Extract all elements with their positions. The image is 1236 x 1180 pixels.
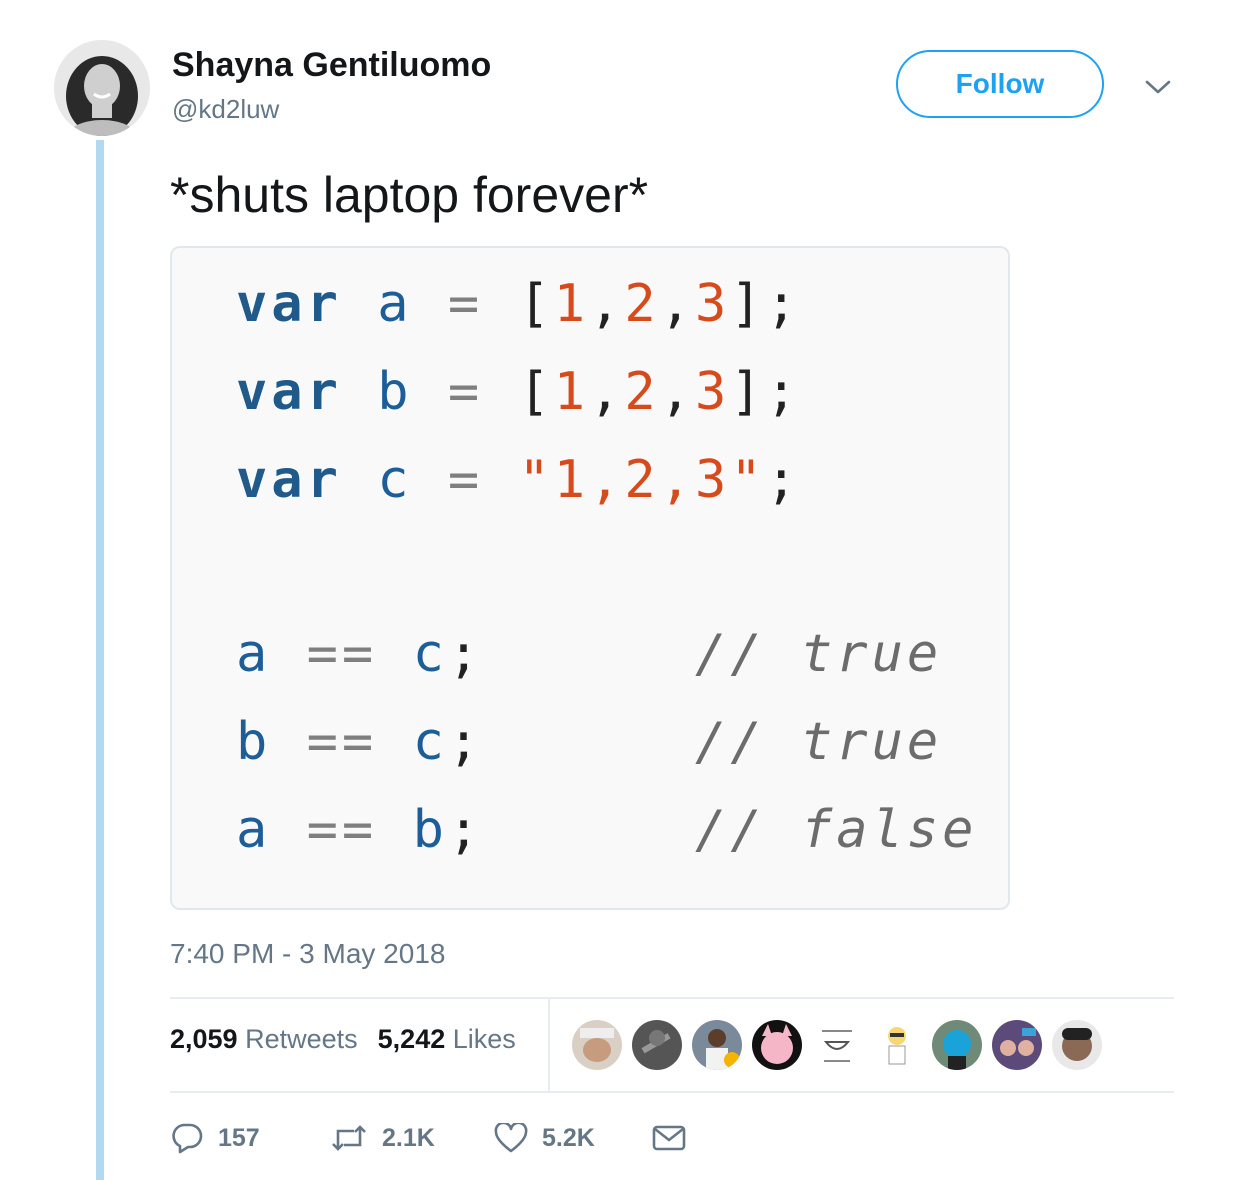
retweets-label: Retweets bbox=[245, 1024, 358, 1054]
likes-label: Likes bbox=[452, 1024, 516, 1054]
likes-count: 5,242 bbox=[377, 1024, 446, 1054]
retweet-count: 2.1K bbox=[382, 1123, 435, 1152]
message-icon bbox=[652, 1125, 686, 1151]
retweet-icon bbox=[332, 1125, 366, 1151]
code-image[interactable]: var a = [1,2,3]; var b = [1,2,3]; var c … bbox=[170, 246, 1010, 910]
code-line-1: var a = [1,2,3]; bbox=[236, 274, 801, 334]
reply-count: 157 bbox=[218, 1123, 260, 1152]
handle[interactable]: @kd2luw bbox=[172, 94, 279, 125]
retweet-button[interactable]: 2.1K bbox=[330, 1123, 494, 1153]
divider bbox=[170, 997, 1174, 999]
liker-avatar[interactable] bbox=[572, 1020, 622, 1070]
retweets-count: 2,059 bbox=[170, 1024, 238, 1054]
code-line-4: a == c; // true bbox=[236, 624, 943, 684]
like-count: 5.2K bbox=[542, 1123, 595, 1152]
follow-button[interactable]: Follow bbox=[896, 50, 1104, 118]
stats-divider bbox=[548, 998, 550, 1092]
liker-avatar[interactable] bbox=[992, 1020, 1042, 1070]
liker-avatar[interactable] bbox=[692, 1020, 742, 1070]
code-line-2: var b = [1,2,3]; bbox=[236, 362, 801, 422]
code-line-6: a == b; // false bbox=[236, 800, 978, 860]
tweet-actions: 157 2.1K 5.2K bbox=[170, 1118, 700, 1158]
retweets-stat[interactable]: 2,059 Retweets bbox=[170, 1024, 358, 1054]
avatar-image bbox=[54, 40, 150, 136]
avatar[interactable] bbox=[54, 40, 150, 136]
direct-message-button[interactable] bbox=[652, 1124, 700, 1152]
tweet-stats: 2,059 Retweets 5,242 Likes bbox=[170, 1024, 516, 1055]
liker-avatar[interactable] bbox=[1052, 1020, 1102, 1070]
liker-avatar[interactable] bbox=[872, 1020, 922, 1070]
reply-button[interactable]: 157 bbox=[170, 1122, 330, 1154]
reply-icon bbox=[172, 1123, 203, 1154]
divider bbox=[170, 1091, 1174, 1093]
code-line-5: b == c; // true bbox=[236, 712, 943, 772]
liker-avatar[interactable] bbox=[812, 1020, 862, 1070]
liker-avatar[interactable] bbox=[752, 1020, 802, 1070]
thread-line bbox=[96, 140, 104, 1180]
like-button[interactable]: 5.2K bbox=[494, 1123, 652, 1153]
likers-avatars bbox=[572, 1020, 1112, 1070]
display-name[interactable]: Shayna Gentiluomo bbox=[172, 46, 491, 85]
code-line-3: var c = "1,2,3"; bbox=[236, 450, 801, 510]
liker-avatar[interactable] bbox=[932, 1020, 982, 1070]
timestamp[interactable]: 7:40 PM - 3 May 2018 bbox=[170, 938, 445, 970]
heart-icon bbox=[494, 1123, 528, 1153]
liker-avatar[interactable] bbox=[632, 1020, 682, 1070]
tweet-text: *shuts laptop forever* bbox=[170, 167, 649, 223]
chevron-down-icon[interactable] bbox=[1140, 72, 1176, 102]
likes-stat[interactable]: 5,242 Likes bbox=[378, 1024, 516, 1054]
